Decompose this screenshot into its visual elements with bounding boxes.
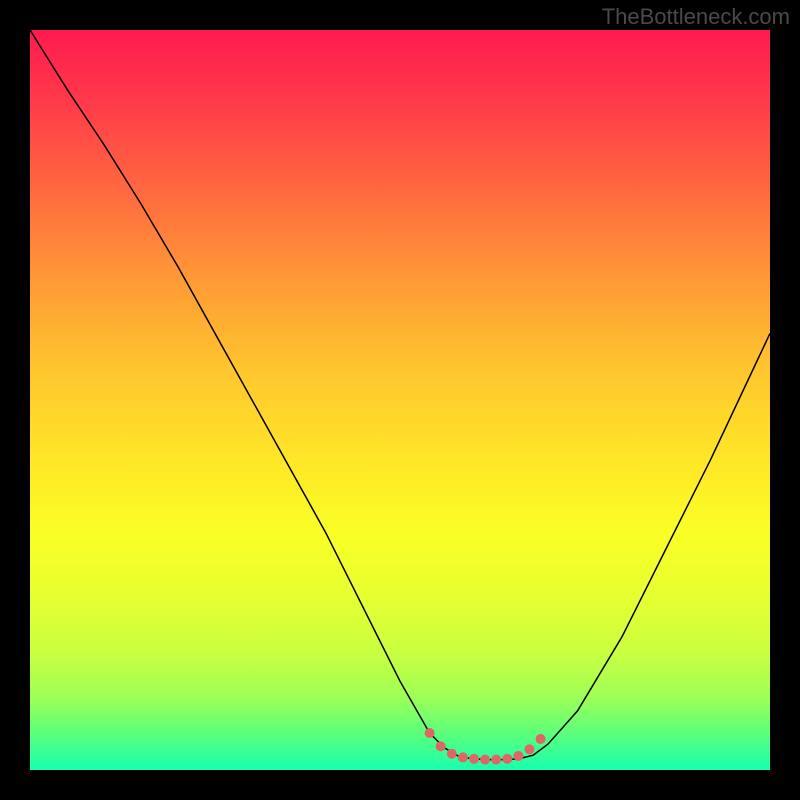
flat-dot [525,744,535,754]
chart-plot-area [30,30,770,770]
bottleneck-curve [30,30,770,760]
flat-dot [447,749,457,759]
chart-svg [30,30,770,770]
flat-dot [480,755,490,765]
flat-dot [502,754,512,764]
flat-region-dots [425,728,546,765]
flat-dot [469,754,479,764]
flat-dot [536,734,546,744]
watermark-text: TheBottleneck.com [602,4,790,30]
flat-dot [425,728,435,738]
flat-dot [458,752,468,762]
flat-dot [513,751,523,761]
flat-dot [491,755,501,765]
flat-dot [436,741,446,751]
